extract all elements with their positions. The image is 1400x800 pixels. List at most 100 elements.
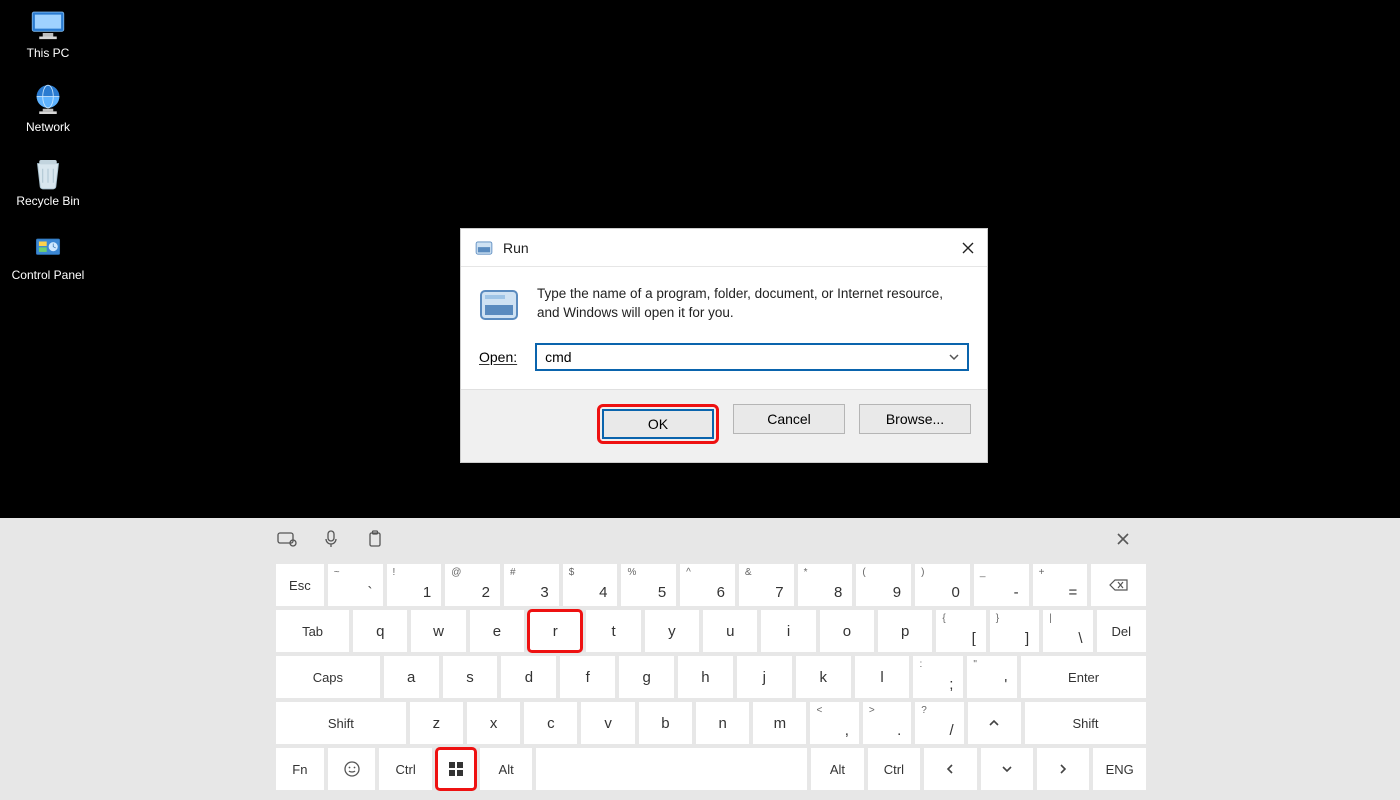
clipboard-icon[interactable]	[364, 528, 386, 550]
key-l[interactable]: l	[855, 656, 910, 698]
key-n[interactable]: n	[696, 702, 749, 744]
key-[[interactable]: {[	[936, 610, 985, 652]
open-label: Open:	[479, 349, 517, 365]
key-7[interactable]: &7	[739, 564, 794, 606]
run-button-row: OK Cancel Browse...	[461, 389, 987, 462]
desktop-icon-this-pc[interactable]: This PC	[8, 8, 88, 60]
key-f[interactable]: f	[560, 656, 615, 698]
desktop-icon-recycle-bin[interactable]: Recycle Bin	[8, 156, 88, 208]
run-icon	[475, 241, 493, 255]
key-,[interactable]: <,	[810, 702, 858, 744]
key-b[interactable]: b	[639, 702, 692, 744]
key-tab[interactable]: Tab	[276, 610, 349, 652]
microphone-icon[interactable]	[320, 528, 342, 550]
key-q[interactable]: q	[353, 610, 407, 652]
key-5[interactable]: %5	[621, 564, 676, 606]
key-c[interactable]: c	[524, 702, 577, 744]
key-9[interactable]: (9	[856, 564, 911, 606]
key-8[interactable]: *8	[798, 564, 853, 606]
close-icon	[1115, 531, 1131, 547]
key-;[interactable]: :;	[913, 656, 963, 698]
run-description: Type the name of a program, folder, docu…	[537, 285, 969, 327]
close-button[interactable]	[957, 237, 979, 259]
key-s[interactable]: s	[443, 656, 498, 698]
key-y[interactable]: y	[645, 610, 699, 652]
key-t[interactable]: t	[586, 610, 640, 652]
key-/[interactable]: ?/	[915, 702, 963, 744]
key-0[interactable]: )0	[915, 564, 970, 606]
key-u[interactable]: u	[703, 610, 757, 652]
key-enter[interactable]: Enter	[1021, 656, 1146, 698]
key-k[interactable]: k	[796, 656, 851, 698]
pc-icon	[27, 8, 69, 44]
open-combobox[interactable]	[535, 343, 969, 371]
cancel-button[interactable]: Cancel	[733, 404, 845, 434]
run-title: Run	[503, 240, 957, 256]
key-backspace[interactable]	[1091, 564, 1146, 606]
osk-close-button[interactable]	[1112, 528, 1134, 550]
desktop-icon-label: Network	[26, 120, 70, 134]
key--[interactable]: _-	[974, 564, 1029, 606]
key-6[interactable]: ^6	[680, 564, 735, 606]
key-3[interactable]: #3	[504, 564, 559, 606]
browse-button[interactable]: Browse...	[859, 404, 971, 434]
key-'[interactable]: "'	[967, 656, 1017, 698]
key-shift-left[interactable]: Shift	[276, 702, 406, 744]
key-][interactable]: }]	[990, 610, 1039, 652]
run-large-icon	[479, 287, 519, 327]
desktop-icon-network[interactable]: Network	[8, 82, 88, 134]
close-icon	[961, 241, 975, 255]
key-arrow-up[interactable]	[968, 702, 1021, 744]
key-emoji[interactable]	[328, 748, 376, 790]
key-x[interactable]: x	[467, 702, 520, 744]
desktop-icon-control-panel[interactable]: Control Panel	[8, 230, 88, 282]
keyboard-settings-icon[interactable]	[276, 528, 298, 550]
key-`[interactable]: ~`	[328, 564, 383, 606]
key-alt-right[interactable]: Alt	[811, 748, 863, 790]
key-=[interactable]: +=	[1033, 564, 1088, 606]
desktop-icon-label: Recycle Bin	[16, 194, 79, 208]
key-4[interactable]: $4	[563, 564, 618, 606]
key-v[interactable]: v	[581, 702, 634, 744]
run-titlebar[interactable]: Run	[461, 229, 987, 267]
key-windows[interactable]	[436, 748, 476, 790]
key-m[interactable]: m	[753, 702, 806, 744]
network-icon	[27, 82, 69, 118]
key-ctrl-right[interactable]: Ctrl	[868, 748, 920, 790]
key-del[interactable]: Del	[1097, 610, 1146, 652]
key-z[interactable]: z	[410, 702, 463, 744]
open-input[interactable]	[535, 343, 969, 371]
key-2[interactable]: @2	[445, 564, 500, 606]
key-w[interactable]: w	[411, 610, 465, 652]
key-ctrl-left[interactable]: Ctrl	[379, 748, 431, 790]
key-r[interactable]: r	[528, 610, 582, 652]
key-j[interactable]: j	[737, 656, 792, 698]
key-h[interactable]: h	[678, 656, 733, 698]
ok-highlight: OK	[597, 404, 719, 444]
key-o[interactable]: o	[820, 610, 874, 652]
key-g[interactable]: g	[619, 656, 674, 698]
key-arrow-left[interactable]	[924, 748, 976, 790]
desktop-icon-label: This PC	[27, 46, 70, 60]
key-d[interactable]: d	[501, 656, 556, 698]
key-p[interactable]: p	[878, 610, 932, 652]
key-fn[interactable]: Fn	[276, 748, 324, 790]
key-.[interactable]: >.	[863, 702, 911, 744]
key-caps[interactable]: Caps	[276, 656, 380, 698]
key-arrow-down[interactable]	[981, 748, 1033, 790]
key-arrow-right[interactable]	[1037, 748, 1089, 790]
key-i[interactable]: i	[761, 610, 815, 652]
key-esc[interactable]: Esc	[276, 564, 324, 606]
key-a[interactable]: a	[384, 656, 439, 698]
desktop-icon-label: Control Panel	[12, 268, 85, 282]
recycle-bin-icon	[27, 156, 69, 192]
key-e[interactable]: e	[470, 610, 524, 652]
key-language[interactable]: ENG	[1093, 748, 1145, 790]
key-alt-left[interactable]: Alt	[480, 748, 532, 790]
key-\[interactable]: |\	[1043, 610, 1092, 652]
key-shift-right[interactable]: Shift	[1025, 702, 1146, 744]
osk-toolbar	[276, 528, 386, 550]
key-1[interactable]: !1	[387, 564, 442, 606]
ok-button[interactable]: OK	[602, 409, 714, 439]
key-space[interactable]	[536, 748, 807, 790]
